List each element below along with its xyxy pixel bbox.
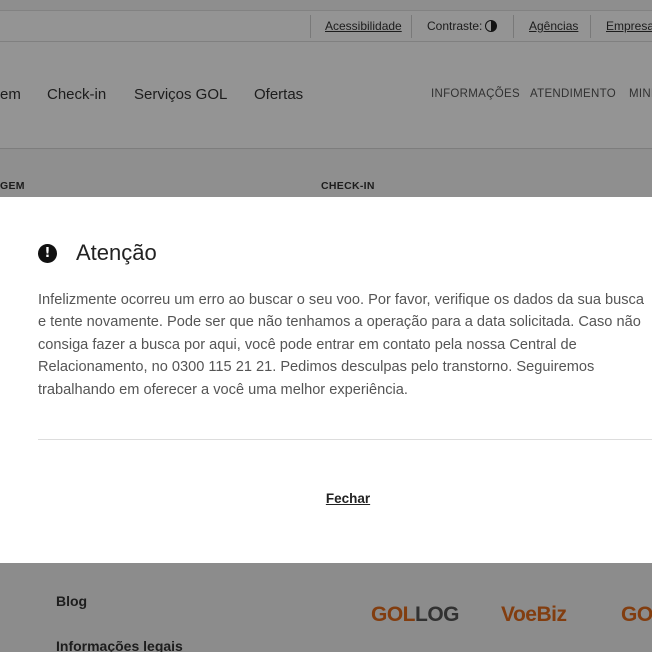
dialog-header: ! Atenção	[38, 239, 157, 267]
dialog-message: Infelizmente ocorreu um erro ao buscar o…	[38, 292, 644, 398]
exclamation-icon: !	[38, 243, 57, 263]
close-button[interactable]: Fechar	[0, 491, 652, 506]
error-dialog: ! Atenção Infelizmente ocorreu um erro a…	[0, 197, 652, 563]
dialog-title: Atenção	[76, 240, 157, 265]
dialog-divider	[38, 439, 652, 440]
